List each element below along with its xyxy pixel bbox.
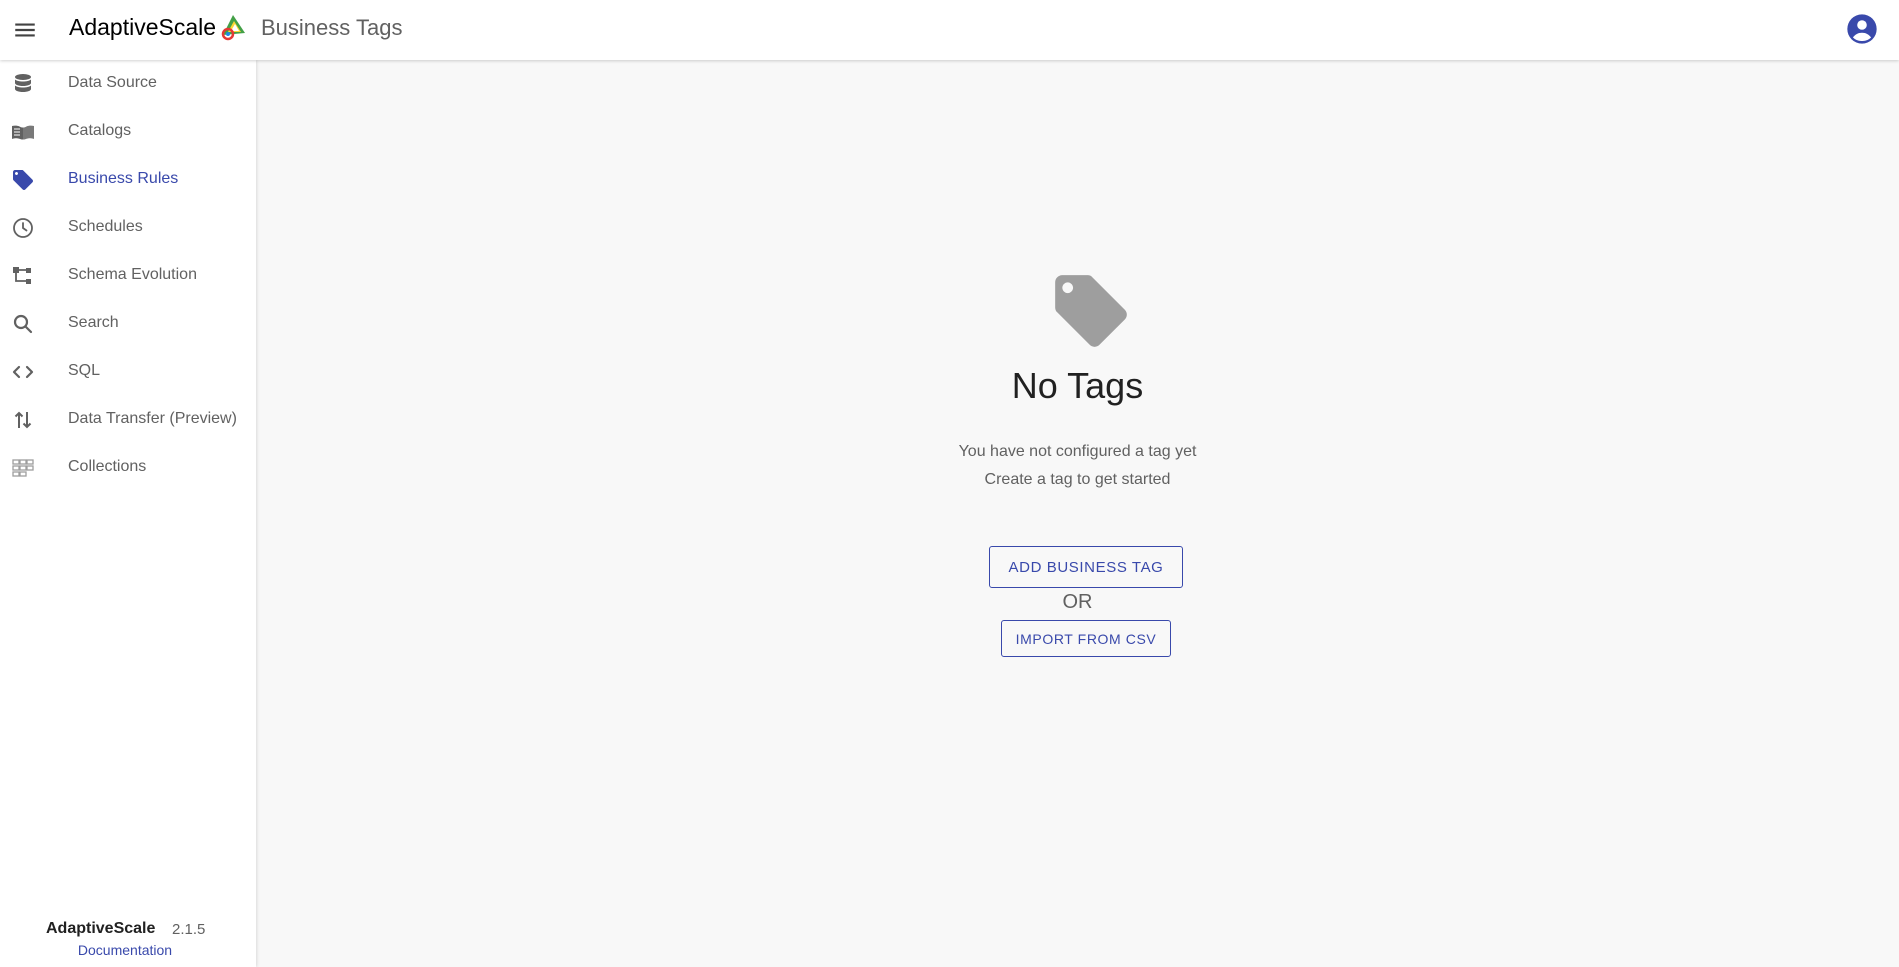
sidebar-item-label: Search bbox=[68, 314, 119, 331]
schema-icon bbox=[11, 264, 35, 288]
empty-state-title: No Tags bbox=[1011, 365, 1144, 406]
empty-state: No Tags You have not configured a tag ye… bbox=[256, 60, 1899, 967]
sidebar-item-sql[interactable]: SQL bbox=[0, 348, 256, 396]
search-icon bbox=[11, 312, 35, 336]
sidebar-item-label: Data Source bbox=[68, 74, 157, 91]
menu-icon[interactable] bbox=[12, 17, 38, 43]
sidebar-item-business-rules[interactable]: Business Rules bbox=[0, 156, 256, 204]
sidebar-item-label: Collections bbox=[68, 458, 147, 475]
app-brand[interactable]: AdaptiveScale bbox=[69, 14, 216, 41]
sidebar-item-label: Schedules bbox=[68, 218, 143, 235]
book-icon bbox=[11, 120, 35, 144]
swap-vertical-icon bbox=[11, 408, 35, 432]
empty-state-hint: Create a tag to get started bbox=[984, 471, 1171, 488]
page-title: Business Tags bbox=[261, 15, 403, 40]
app-version: 2.1.5 bbox=[172, 921, 206, 938]
sidebar-item-search[interactable]: Search bbox=[0, 300, 256, 348]
empty-state-message: You have not configured a tag yet bbox=[958, 443, 1197, 460]
sidebar-item-label: Schema Evolution bbox=[68, 266, 197, 283]
collections-icon bbox=[11, 456, 35, 480]
database-icon bbox=[11, 72, 35, 96]
sidebar-item-label: SQL bbox=[68, 362, 101, 379]
sidebar-item-schedules[interactable]: Schedules bbox=[0, 204, 256, 252]
sidebar-item-data-source[interactable]: Data Source bbox=[0, 60, 256, 108]
sidebar-item-collections[interactable]: Collections bbox=[0, 444, 256, 492]
sidebar-item-schema-evolution[interactable]: Schema Evolution bbox=[0, 252, 256, 300]
adaptivescale-logo bbox=[219, 13, 247, 41]
sidebar-item-catalogs[interactable]: Catalogs bbox=[0, 108, 256, 156]
clock-icon bbox=[11, 216, 35, 240]
account-circle-icon[interactable] bbox=[1846, 13, 1878, 45]
sidebar: Data Source Catalogs Business Rules Sche… bbox=[0, 60, 256, 967]
import-csv-button[interactable]: IMPORT FROM CSV bbox=[1001, 620, 1171, 657]
app-bar: AdaptiveScale Business Tags bbox=[0, 0, 1899, 60]
sidebar-item-label: Business Rules bbox=[68, 170, 179, 187]
tag-icon bbox=[1048, 268, 1134, 354]
footer-brand: AdaptiveScale bbox=[46, 920, 156, 937]
documentation-link[interactable]: Documentation bbox=[0, 942, 250, 958]
sidebar-item-label: Data Transfer (Preview) bbox=[68, 410, 237, 427]
add-business-tag-button[interactable]: ADD BUSINESS TAG bbox=[989, 546, 1183, 588]
tag-icon bbox=[11, 168, 35, 192]
code-icon bbox=[11, 360, 35, 384]
sidebar-item-label: Catalogs bbox=[68, 122, 132, 139]
or-separator: OR bbox=[1062, 591, 1093, 613]
sidebar-item-data-transfer[interactable]: Data Transfer (Preview) bbox=[0, 396, 256, 444]
